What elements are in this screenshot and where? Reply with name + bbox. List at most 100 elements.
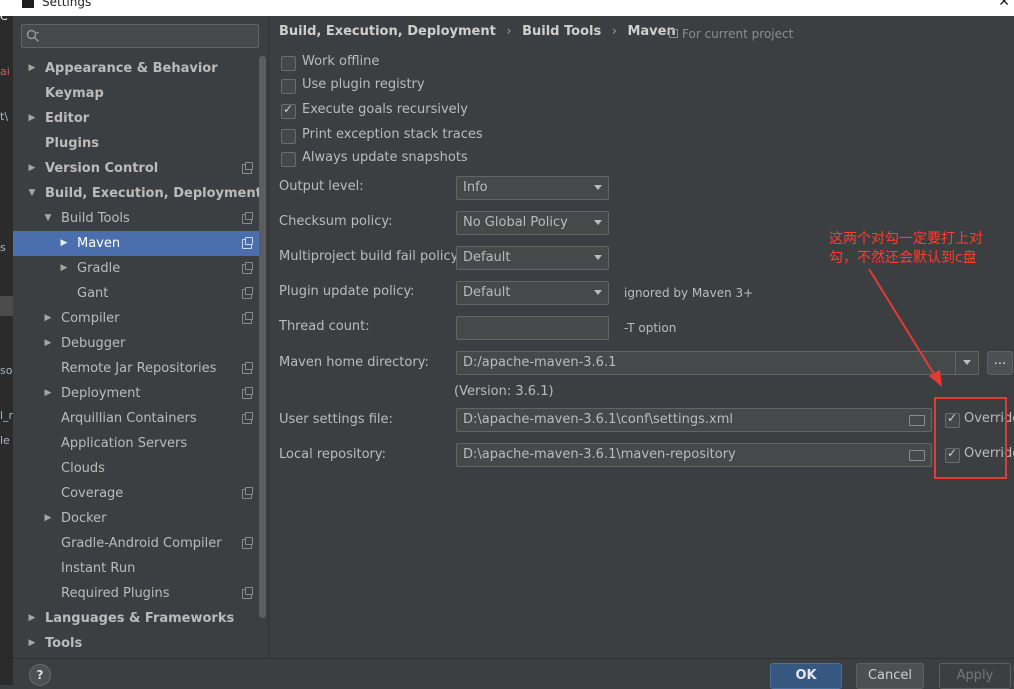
maven-home-label: Maven home directory: [279,355,429,370]
project-scope-icon [242,162,253,174]
select-value: Default [463,285,511,300]
chevron-right-icon[interactable]: ▶ [59,256,69,281]
chevron-down-icon[interactable]: ▼ [27,181,37,206]
select-value: Info [463,180,488,195]
sidebar-item-docker[interactable]: ▶ Docker [13,506,265,531]
sidebar-item-version-control[interactable]: ▶ Version Control [13,156,265,181]
checkbox-box[interactable] [281,79,296,94]
chevron-right-icon[interactable]: ▶ [43,506,53,531]
user-settings-value: D:\apache-maven-3.6.1\conf\settings.xml [463,412,733,427]
background-fragment: s [0,241,6,254]
checkbox-label: Use plugin registry [302,77,425,92]
close-icon[interactable]: ✕ [998,0,1010,10]
maven-home-combo[interactable]: D:/apache-maven-3.6.1 [456,351,979,375]
window-title-bar: Settings ✕ [0,0,1014,16]
chevron-down-icon[interactable]: ▼ [43,206,53,231]
checkbox-box[interactable] [281,56,296,71]
checksum-policy-label: Checksum policy: [279,214,393,229]
folder-icon[interactable] [909,450,925,461]
sidebar-item-build-execution-deployment[interactable]: ▼ Build, Execution, Deployment [13,181,265,206]
breadcrumb-item[interactable]: Build Tools [522,24,601,39]
background-fragment: l_r [0,409,14,422]
sidebar-item-label: Gant [77,286,109,301]
chevron-right-icon[interactable]: ▶ [27,156,37,181]
sidebar-item-arquillian-containers[interactable]: Arquillian Containers [13,406,265,431]
sidebar-item-gant[interactable]: Gant [13,281,265,306]
sidebar-item-gradle[interactable]: ▶ Gradle [13,256,265,281]
sidebar-item-plugins[interactable]: Plugins [13,131,265,156]
sidebar-item-compiler[interactable]: ▶ Compiler [13,306,265,331]
background-selection [0,296,13,316]
chevron-right-icon[interactable]: ▶ [27,631,37,656]
dialog-footer: ? OK Cancel Apply [13,658,1014,689]
chevron-down-icon[interactable] [963,360,971,365]
cancel-button[interactable]: Cancel [856,663,924,689]
sidebar-item-maven[interactable]: ▶ Maven [13,231,265,256]
maven-version-text: (Version: 3.6.1) [454,384,554,399]
sidebar-item-languages-frameworks[interactable]: ▶ Languages & Frameworks [13,606,265,631]
sidebar-item-appearance-behavior[interactable]: ▶ Appearance & Behavior [13,56,265,81]
thread-count-input[interactable] [456,316,609,340]
sidebar-item-editor[interactable]: ▶ Editor [13,106,265,131]
chevron-right-icon[interactable]: ▶ [27,106,37,131]
user-settings-input[interactable]: D:\apache-maven-3.6.1\conf\settings.xml [456,408,932,432]
local-repository-input[interactable]: D:\apache-maven-3.6.1\maven-repository [456,443,932,467]
ok-button[interactable]: OK [770,663,842,689]
chevron-right-icon[interactable]: ▶ [27,606,37,631]
scope-text: For current project [682,27,794,41]
background-window-edge: C ai t\ s so l_r le [0,10,14,685]
sidebar-item-label: Build Tools [61,211,130,226]
sidebar-item-required-plugins[interactable]: Required Plugins [13,581,265,606]
sidebar-item-label: Remote Jar Repositories [61,361,217,376]
sidebar-item-label: Plugins [45,136,99,151]
settings-search-input[interactable] [21,24,259,48]
sidebar-item-label: Debugger [61,336,126,351]
output-level-label: Output level: [279,179,364,194]
chevron-right-icon[interactable]: ▶ [27,56,37,81]
multiproject-fail-policy-select[interactable]: Default [456,246,609,270]
user-settings-label: User settings file: [279,412,393,427]
sidebar-item-build-tools[interactable]: ▼ Build Tools [13,206,265,231]
chevron-right-icon[interactable]: ▶ [43,381,53,406]
help-button[interactable]: ? [29,664,51,686]
sidebar-item-deployment[interactable]: ▶ Deployment [13,381,265,406]
sidebar-item-gradle-android-compiler[interactable]: Gradle-Android Compiler [13,531,265,556]
sidebar-item-application-servers[interactable]: Application Servers [13,431,265,456]
checkbox-box[interactable] [281,102,296,119]
plugin-update-note: ignored by Maven 3+ [624,286,754,300]
project-icon [669,29,678,38]
breadcrumb-separator: › [506,24,512,39]
annotation-text: 这两个对勾一定要打上对勾，不然还会默认到c盘 [829,231,983,266]
sidebar-item-debugger[interactable]: ▶ Debugger [13,331,265,356]
select-value: No Global Policy [463,215,568,230]
sidebar-item-clouds[interactable]: Clouds [13,456,265,481]
background-fragment: so [0,364,13,377]
breadcrumb-item[interactable]: Build, Execution, Deployment [279,24,496,39]
plugin-update-policy-label: Plugin update policy: [279,284,415,299]
sidebar-item-label: Gradle-Android Compiler [61,536,222,551]
browse-maven-home-button[interactable]: ... [987,351,1013,375]
project-scope-icon [242,312,253,324]
sidebar-item-instant-run[interactable]: Instant Run [13,556,265,581]
project-scope-label: For current project [669,27,793,41]
checksum-policy-select[interactable]: No Global Policy [456,211,609,235]
project-scope-icon [242,237,253,249]
apply-button[interactable]: Apply [939,663,1011,689]
chevron-right-icon[interactable]: ▶ [43,331,53,356]
sidebar-item-keymap[interactable]: Keymap [13,81,265,106]
sidebar-item-remote-jar-repositories[interactable]: Remote Jar Repositories [13,356,265,381]
search-icon [26,29,39,42]
sidebar-item-coverage[interactable]: Coverage [13,481,265,506]
sidebar-item-tools[interactable]: ▶ Tools [13,631,265,656]
sidebar-item-label: Deployment [61,386,141,401]
chevron-right-icon[interactable]: ▶ [43,306,53,331]
checkbox-box[interactable] [281,129,296,144]
chevron-right-icon[interactable]: ▶ [59,231,69,256]
project-scope-icon [242,262,253,274]
output-level-select[interactable]: Info [456,176,609,200]
chevron-down-icon [594,255,602,260]
checkbox-box[interactable] [281,152,296,167]
folder-icon[interactable] [909,415,925,426]
plugin-update-policy-select[interactable]: Default [456,281,609,305]
sidebar-scrollbar[interactable] [259,56,266,618]
